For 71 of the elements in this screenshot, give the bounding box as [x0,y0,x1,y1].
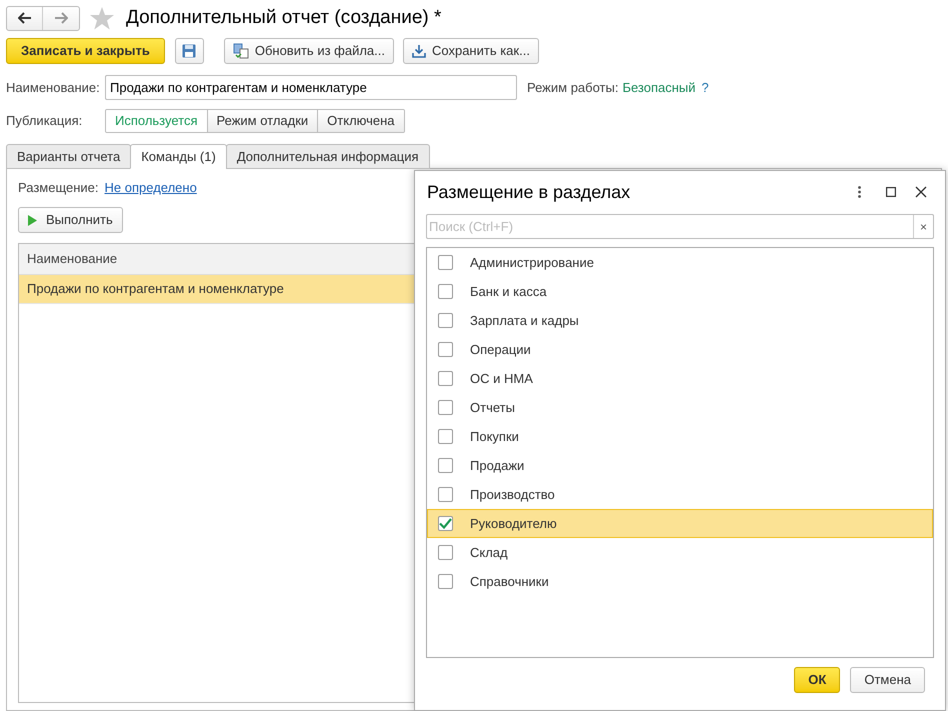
window-title: Дополнительный отчет (создание) * [126,6,442,30]
cancel-button[interactable]: Отмена [850,667,925,693]
section-item[interactable]: Операции [427,335,933,364]
column-header: Наименование [26,250,118,268]
checkbox[interactable] [438,342,453,357]
clear-search-button[interactable]: × [913,215,933,238]
section-label: Справочники [470,572,549,591]
checkbox[interactable] [438,313,453,328]
star-icon[interactable] [90,6,114,30]
section-item[interactable]: Справочники [427,567,933,596]
help-link[interactable]: ? [702,78,709,98]
close-icon [915,186,927,198]
checkbox[interactable] [438,429,453,444]
tab[interactable]: Команды (1) [130,144,227,169]
documents-icon [232,43,249,59]
execute-button[interactable]: Выполнить [18,207,123,233]
section-label: ОС и НМА [470,370,533,388]
checkbox[interactable] [438,545,453,560]
name-label: Наименование: [6,78,101,97]
search-field[interactable]: Поиск (Ctrl+F) × [426,214,934,239]
publication-option[interactable]: Режим отладки [206,110,318,132]
section-label: Зарплата и кадры [470,312,579,330]
section-item[interactable]: Покупки [427,422,933,451]
tab[interactable]: Дополнительная информация [226,144,430,169]
section-item[interactable]: Руководителю [427,509,933,538]
section-label: Банк и касса [470,282,547,301]
checkbox[interactable] [438,487,453,502]
left-arrow-icon [18,12,32,24]
section-item[interactable]: Продажи [427,451,933,480]
section-item[interactable]: Банк и касса [427,277,933,306]
publication-label: Публикация: [6,112,84,130]
publication-option[interactable]: Отключена [317,110,404,132]
name-input[interactable]: Продажи по контрагентам и номенклатуре [105,75,517,100]
checkbox[interactable] [438,255,453,270]
section-label: Руководителю [470,514,557,533]
save-and-close-button[interactable]: Записать и закрыть [6,38,165,64]
section-item[interactable]: Зарплата и кадры [427,306,933,335]
checkbox[interactable] [438,400,453,415]
section-label: Отчеты [470,398,515,417]
checkbox[interactable] [438,284,453,299]
update-from-file-button[interactable]: Обновить из файла... [224,38,394,64]
section-label: Продажи [470,456,524,475]
section-item[interactable]: ОС и НМА [427,364,933,393]
checkbox[interactable] [438,574,453,589]
section-label: Операции [470,340,531,359]
section-label: Администрирование [470,254,594,272]
play-icon [28,214,37,226]
section-item[interactable]: Производство [427,480,933,509]
dialog-title: Размещение в разделах [427,180,632,204]
placement-label: Размещение: [18,179,99,198]
ok-button[interactable]: ОК [794,667,840,693]
save-button[interactable] [174,38,204,64]
section-label: Склад [470,544,508,562]
square-icon [886,187,896,197]
mode-label: Режим работы: [527,78,618,97]
table-cell-text: Продажи по контрагентам и номенклатуре [26,280,285,298]
checkbox[interactable] [438,516,453,531]
download-icon [412,44,426,58]
placement-link[interactable]: Не определено [104,178,197,198]
section-label: Покупки [470,428,519,446]
section-item[interactable]: Администрирование [427,248,933,277]
checkbox[interactable] [438,371,453,386]
mode-value: Безопасный [622,78,696,97]
right-arrow-icon [54,12,68,24]
section-label: Производство [470,486,555,504]
more-icon [858,186,860,198]
save-as-button[interactable]: Сохранить как... [403,38,539,64]
checkbox[interactable] [438,458,453,473]
section-item[interactable]: Склад [427,538,933,567]
tab[interactable]: Варианты отчета [6,144,132,169]
section-item[interactable]: Отчеты [427,393,933,422]
